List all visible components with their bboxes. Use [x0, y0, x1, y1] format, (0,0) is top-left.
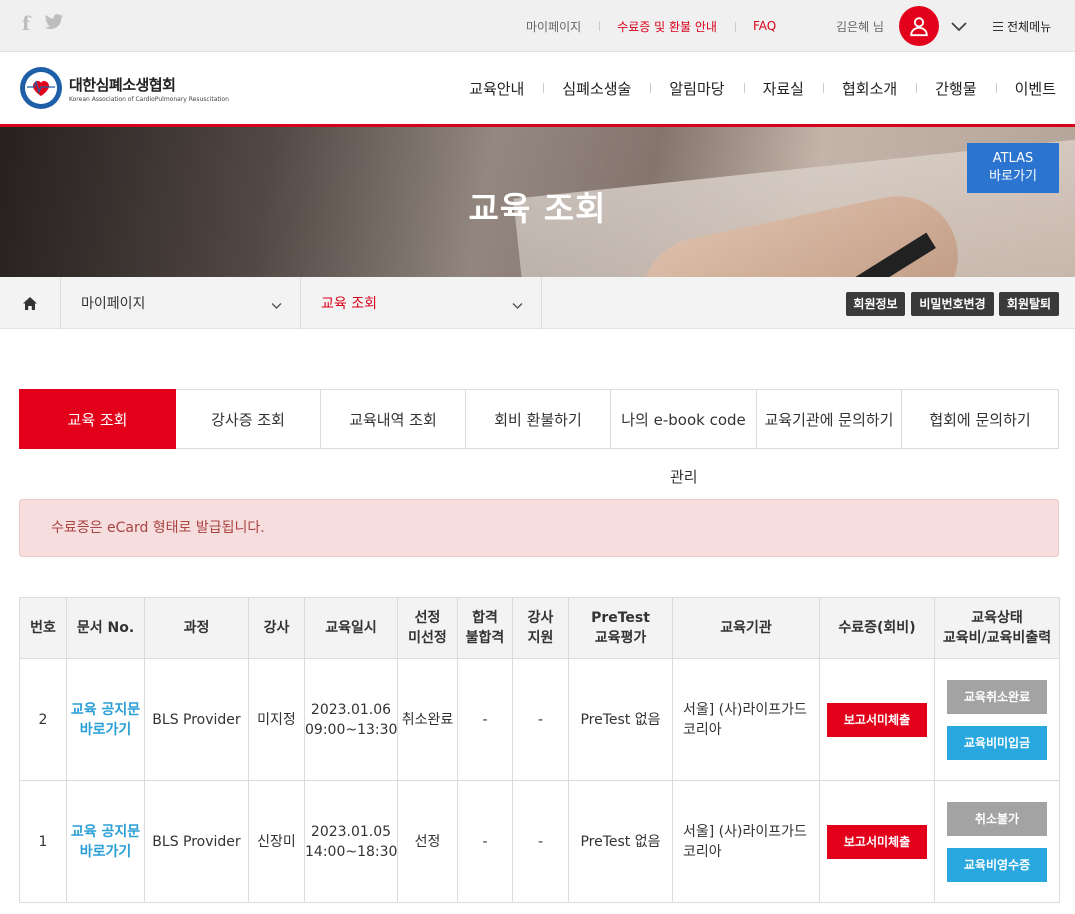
row-selection: 취소완료 — [397, 658, 458, 781]
tab-fee-refund[interactable]: 회비 환불하기 — [466, 389, 611, 449]
page-banner: 교육 조회 ATLAS 바로가기 — [0, 127, 1075, 277]
breadcrumb-depth1-label: 마이페이지 — [81, 296, 146, 312]
nav-about[interactable]: 협회소개 — [822, 78, 916, 99]
tab-ebook-code[interactable]: 나의 e-book code — [611, 389, 757, 449]
nav-events[interactable]: 이벤트 — [995, 78, 1075, 99]
member-info-button[interactable]: 회원정보 — [846, 292, 905, 316]
table-row: 2 교육 공지문 바로가기 BLS Provider 미지정 2023.01.06… — [19, 658, 1060, 781]
row-pass: - — [457, 658, 513, 781]
row-institution: 서울] (사)라이프가드 코리아 — [672, 658, 820, 781]
col-pass: 합격 불합격 — [457, 597, 513, 659]
col-certificate: 수료증(회비) — [819, 597, 935, 659]
row-support: - — [512, 658, 569, 781]
user-icon[interactable] — [899, 6, 939, 46]
tab-instructor-card[interactable]: 강사증 조회 — [176, 389, 321, 449]
notice-alert: 수료증은 eCard 형태로 발급됩니다. — [19, 499, 1059, 557]
col-institution: 교육기관 — [672, 597, 820, 659]
col-pretest: PreTest 교육평가 — [568, 597, 673, 659]
row-status: 교육취소완료 교육비미입금 — [934, 658, 1060, 781]
main-nav: 교육안내 심폐소생술 알림마당 자료실 협회소개 간행물 이벤트 — [450, 52, 1075, 124]
chevron-down-icon — [271, 298, 282, 314]
row-instructor: 미지정 — [248, 658, 305, 781]
row-date: 2023.01.05 14:00~18:30 — [304, 780, 398, 903]
all-menu-label: 전체메뉴 — [1007, 20, 1052, 34]
row-certificate: 보고서미체출 — [819, 780, 935, 903]
col-number: 번호 — [19, 597, 67, 659]
menu-icon — [993, 22, 1003, 31]
row-pass: - — [457, 780, 513, 903]
withdraw-button[interactable]: 회원탈퇴 — [999, 292, 1059, 316]
row-date: 2023.01.06 09:00~13:30 — [304, 658, 398, 781]
atlas-sublabel: 바로가기 — [989, 169, 1037, 184]
tab-ebook-code-manage[interactable]: 관리 — [670, 466, 698, 487]
username: 김은혜 님 — [836, 20, 884, 34]
cancel-unavailable-button[interactable]: 취소불가 — [947, 801, 1047, 836]
row-pretest: PreTest 없음 — [568, 658, 673, 781]
social-links: f — [22, 14, 64, 35]
nav-cpr[interactable]: 심폐소생술 — [543, 78, 650, 99]
report-not-submitted-button[interactable]: 보고서미체출 — [827, 702, 927, 737]
nav-resources[interactable]: 자료실 — [743, 78, 823, 99]
notice-link[interactable]: 교육 공지문 바로가기 — [66, 658, 145, 781]
chevron-down-icon[interactable] — [950, 17, 968, 39]
nav-education-info[interactable]: 교육안내 — [450, 78, 543, 99]
logo-title: 대한심폐소생협회 — [69, 75, 176, 94]
cancel-complete-button[interactable]: 교육취소완료 — [947, 679, 1047, 714]
row-instructor: 신장미 — [248, 780, 305, 903]
tab-education-history[interactable]: 교육내역 조회 — [321, 389, 466, 449]
tab-inquiry-association[interactable]: 협회에 문의하기 — [902, 389, 1059, 449]
col-instructor: 강사 — [248, 597, 305, 659]
nav-notice[interactable]: 알림마당 — [650, 78, 743, 99]
atlas-label: ATLAS — [992, 151, 1034, 166]
top-links: 마이페이지 수료증 및 환불 안내 FAQ — [508, 0, 794, 52]
report-not-submitted-button[interactable]: 보고서미체출 — [827, 824, 927, 859]
breadcrumb-depth1-select[interactable]: 마이페이지 — [61, 277, 301, 329]
row-course: BLS Provider — [144, 658, 249, 781]
tab-education-lookup[interactable]: 교육 조회 — [19, 389, 176, 449]
education-table: 번호 문서 No. 과정 강사 교육일시 선정 미선정 합격 불합격 강사 지원 Pr… — [19, 597, 1060, 903]
logo-subtitle: Korean Association of CardioPulmonary Re… — [69, 95, 229, 103]
main-header: 대한심폐소생협회 Korean Association of CardioPul… — [0, 52, 1075, 124]
row-number: 1 — [19, 780, 67, 903]
fee-unpaid-button[interactable]: 교육비미입금 — [947, 725, 1047, 760]
top-link-faq[interactable]: FAQ — [734, 19, 794, 33]
col-course: 과정 — [144, 597, 249, 659]
tab-inquiry-institution[interactable]: 교육기관에 문의하기 — [757, 389, 902, 449]
col-support: 강사 지원 — [512, 597, 569, 659]
fee-receipt-button[interactable]: 교육비영수증 — [947, 847, 1047, 882]
col-status: 교육상태 교육비/교육비출력 — [934, 597, 1060, 659]
twitter-icon[interactable] — [44, 14, 64, 35]
row-certificate: 보고서미체출 — [819, 658, 935, 781]
facebook-icon[interactable]: f — [22, 14, 30, 35]
col-document: 문서 No. — [66, 597, 145, 659]
page-title: 교육 조회 — [468, 189, 607, 228]
logo[interactable]: 대한심폐소생협회 Korean Association of CardioPul… — [19, 66, 229, 110]
breadcrumb-depth2-select[interactable]: 교육 조회 — [301, 277, 542, 329]
chevron-down-icon — [512, 298, 523, 314]
nav-publications[interactable]: 간행물 — [916, 78, 995, 99]
mypage-tabs: 교육 조회 강사증 조회 교육내역 조회 회비 환불하기 나의 e-book c… — [19, 389, 1059, 449]
table-row: 1 교육 공지문 바로가기 BLS Provider 신장미 2023.01.05… — [19, 780, 1060, 903]
row-course: BLS Provider — [144, 780, 249, 903]
top-link-mypage[interactable]: 마이페이지 — [508, 18, 599, 35]
atlas-button[interactable]: ATLAS 바로가기 — [967, 143, 1059, 193]
logo-emblem-icon — [20, 67, 62, 109]
top-utility-bar: f 마이페이지 수료증 및 환불 안내 FAQ 김은혜 님 전체메뉴 — [0, 0, 1075, 52]
notice-link[interactable]: 교육 공지문 바로가기 — [66, 780, 145, 903]
top-link-certificate-refund[interactable]: 수료증 및 환불 안내 — [599, 18, 735, 35]
row-status: 취소불가 교육비영수증 — [934, 780, 1060, 903]
home-icon[interactable] — [0, 277, 61, 329]
breadcrumb: 마이페이지 교육 조회 회원정보 비밀번호변경 회원탈퇴 — [0, 277, 1075, 329]
breadcrumb-depth2-label: 교육 조회 — [321, 296, 377, 312]
table-header-row: 번호 문서 No. 과정 강사 교육일시 선정 미선정 합격 불합격 강사 지원 Pr… — [19, 597, 1060, 659]
row-selection: 선정 — [397, 780, 458, 903]
row-support: - — [512, 780, 569, 903]
col-date: 교육일시 — [304, 597, 398, 659]
all-menu-button[interactable]: 전체메뉴 — [993, 18, 1051, 35]
row-pretest: PreTest 없음 — [568, 780, 673, 903]
row-institution: 서울] (사)라이프가드 코리아 — [672, 780, 820, 903]
row-number: 2 — [19, 658, 67, 781]
col-selection: 선정 미선정 — [397, 597, 458, 659]
change-password-button[interactable]: 비밀번호변경 — [911, 292, 994, 316]
